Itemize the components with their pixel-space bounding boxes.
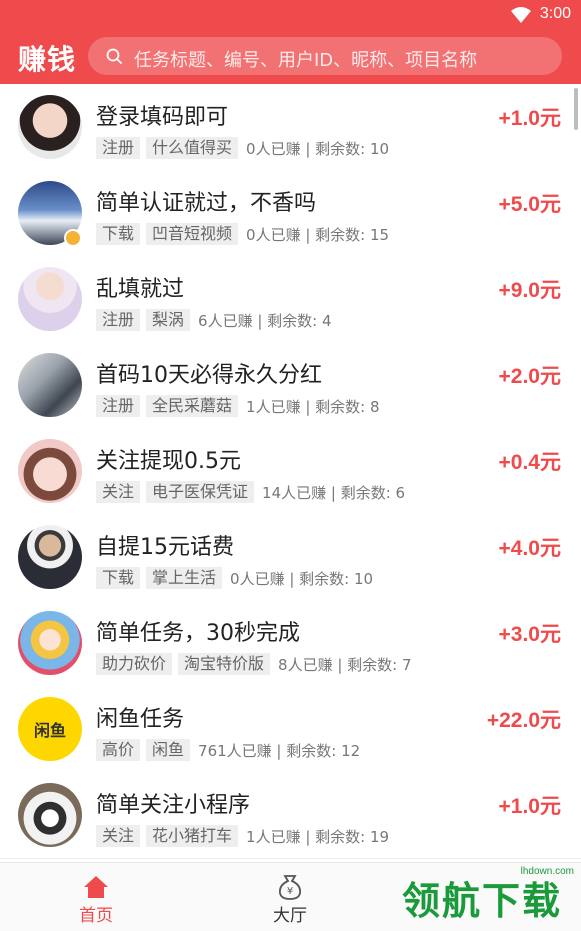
task-reward: +0.4元: [498, 451, 561, 474]
task-meta: 下载 凹音短视频 0人已赚 | 剩余数: 15: [96, 222, 389, 246]
avatar: [18, 611, 82, 675]
search-placeholder: 任务标题、编号、用户ID、昵称、项目名称: [134, 50, 478, 71]
task-title: 关注提现0.5元: [96, 449, 241, 474]
task-reward: +22.0元: [486, 709, 561, 732]
task-reward: +1.0元: [498, 107, 561, 130]
task-reward: +1.0元: [498, 795, 561, 818]
page-title: 赚钱: [18, 43, 77, 76]
task-type-tag: 注册: [96, 395, 141, 417]
header: 赚钱 任务标题、编号、用户ID、昵称、项目名称: [0, 30, 581, 84]
task-project-tag: 什么值得买: [146, 137, 239, 159]
task-type-tag: 注册: [96, 137, 141, 159]
svg-text:¥: ¥: [287, 886, 293, 897]
avatar: [18, 353, 82, 417]
avatar: [18, 783, 82, 847]
task-row[interactable]: 乱填就过 +9.0元 注册 梨涡 6人已赚 | 剩余数: 4: [0, 256, 581, 343]
task-project-tag: 电子医保凭证: [146, 481, 255, 503]
task-stats: 0人已赚 | 剩余数: 10: [230, 569, 374, 588]
search-input[interactable]: 任务标题、编号、用户ID、昵称、项目名称: [88, 37, 562, 75]
vip-badge-icon: [64, 229, 82, 247]
task-title: 自提15元话费: [96, 535, 234, 560]
task-row[interactable]: 自提15元话费 +4.0元 下载 掌上生活 0人已赚 | 剩余数: 10: [0, 514, 581, 601]
task-title: 首码10天必得永久分红: [96, 363, 322, 388]
task-stats: 0人已赚 | 剩余数: 15: [246, 225, 390, 244]
task-row[interactable]: 登录填码即可 +1.0元 注册 什么值得买 0人已赚 | 剩余数: 10: [0, 84, 581, 171]
task-row[interactable]: 首码10天必得永久分红 +2.0元 注册 全民采蘑菇 1人已赚 | 剩余数: 8: [0, 342, 581, 429]
task-project-tag: 掌上生活: [146, 567, 223, 589]
task-type-tag: 注册: [96, 309, 141, 331]
task-reward: +5.0元: [498, 193, 561, 216]
task-meta: 关注 电子医保凭证 14人已赚 | 剩余数: 6: [96, 480, 405, 504]
task-project-tag: 花小猪打车: [146, 825, 239, 847]
status-time: 3:00: [539, 5, 571, 22]
task-stats: 14人已赚 | 剩余数: 6: [262, 483, 406, 502]
task-project-tag: 全民采蘑菇: [146, 395, 239, 417]
avatar: [18, 525, 82, 589]
nav-home[interactable]: 首页: [56, 863, 136, 931]
task-project-tag: 淘宝特价版: [178, 653, 271, 675]
xianyu-logo-text: 闲鱼: [33, 721, 66, 740]
task-title: 乱填就过: [96, 277, 185, 302]
search-icon: [106, 48, 122, 64]
task-reward: +2.0元: [498, 365, 561, 388]
task-project-tag: 凹音短视频: [146, 223, 239, 245]
task-type-tag: 关注: [96, 481, 141, 503]
task-row[interactable]: 简单认证就过，不香吗 +5.0元 下载 凹音短视频 0人已赚 | 剩余数: 15: [0, 170, 581, 257]
task-title: 登录填码即可: [96, 105, 229, 130]
task-title: 简单认证就过，不香吗: [96, 191, 317, 216]
avatar: 闲鱼: [18, 697, 82, 761]
task-row[interactable]: 简单关注小程序 +1.0元 关注 花小猪打车 1人已赚 | 剩余数: 19: [0, 772, 581, 859]
task-row[interactable]: 简单任务，30秒完成 +3.0元 助力砍价 淘宝特价版 8人已赚 | 剩余数: …: [0, 600, 581, 687]
task-type-tag: 下载: [96, 567, 141, 589]
task-project-tag: 梨涡: [146, 309, 191, 331]
avatar: [18, 95, 82, 159]
task-reward: +3.0元: [498, 623, 561, 646]
task-title: 简单关注小程序: [96, 793, 251, 818]
task-reward: +9.0元: [498, 279, 561, 302]
task-project-tag: 闲鱼: [146, 739, 191, 761]
task-stats: 0人已赚 | 剩余数: 10: [246, 139, 390, 158]
task-type-tag: 关注: [96, 825, 141, 847]
task-type-tag: 高价: [96, 739, 141, 761]
task-stats: 761人已赚 | 剩余数: 12: [198, 741, 361, 760]
task-stats: 1人已赚 | 剩余数: 19: [246, 827, 390, 846]
task-type-tag: 助力砍价: [96, 653, 173, 675]
avatar: [18, 267, 82, 331]
task-title: 简单任务，30秒完成: [96, 621, 300, 646]
task-meta: 高价 闲鱼 761人已赚 | 剩余数: 12: [96, 738, 360, 762]
task-title: 闲鱼任务: [96, 707, 185, 732]
home-icon: [84, 876, 108, 898]
wifi-icon: [511, 7, 531, 23]
task-type-tag: 下载: [96, 223, 141, 245]
task-meta: 关注 花小猪打车 1人已赚 | 剩余数: 19: [96, 824, 389, 848]
status-bar: 3:00: [0, 0, 581, 30]
nav-hall-label: 大厅: [273, 906, 307, 926]
task-stats: 6人已赚 | 剩余数: 4: [198, 311, 332, 330]
nav-home-label: 首页: [79, 906, 113, 926]
task-row[interactable]: 闲鱼 闲鱼任务 +22.0元 高价 闲鱼 761人已赚 | 剩余数: 12: [0, 686, 581, 773]
top-app-bar: 3:00 赚钱 任务标题、编号、用户ID、昵称、项目名称: [0, 0, 581, 84]
watermark: lhdown.com 领航下载: [402, 866, 578, 928]
task-meta: 助力砍价 淘宝特价版 8人已赚 | 剩余数: 7: [96, 652, 412, 676]
money-bag-icon: ¥: [279, 875, 301, 900]
task-stats: 1人已赚 | 剩余数: 8: [246, 397, 380, 416]
task-list[interactable]: 登录填码即可 +1.0元 注册 什么值得买 0人已赚 | 剩余数: 10 简单认…: [0, 84, 581, 862]
task-reward: +4.0元: [498, 537, 561, 560]
task-row[interactable]: 关注提现0.5元 +0.4元 关注 电子医保凭证 14人已赚 | 剩余数: 6: [0, 428, 581, 515]
avatar: [18, 439, 82, 503]
task-meta: 下载 掌上生活 0人已赚 | 剩余数: 10: [96, 566, 373, 590]
scrollbar[interactable]: [574, 88, 578, 130]
task-meta: 注册 什么值得买 0人已赚 | 剩余数: 10: [96, 136, 389, 160]
watermark-text: 领航下载: [402, 879, 563, 923]
nav-hall[interactable]: ¥ 大厅: [250, 863, 330, 931]
task-stats: 8人已赚 | 剩余数: 7: [278, 655, 412, 674]
task-meta: 注册 梨涡 6人已赚 | 剩余数: 4: [96, 308, 332, 332]
task-meta: 注册 全民采蘑菇 1人已赚 | 剩余数: 8: [96, 394, 380, 418]
